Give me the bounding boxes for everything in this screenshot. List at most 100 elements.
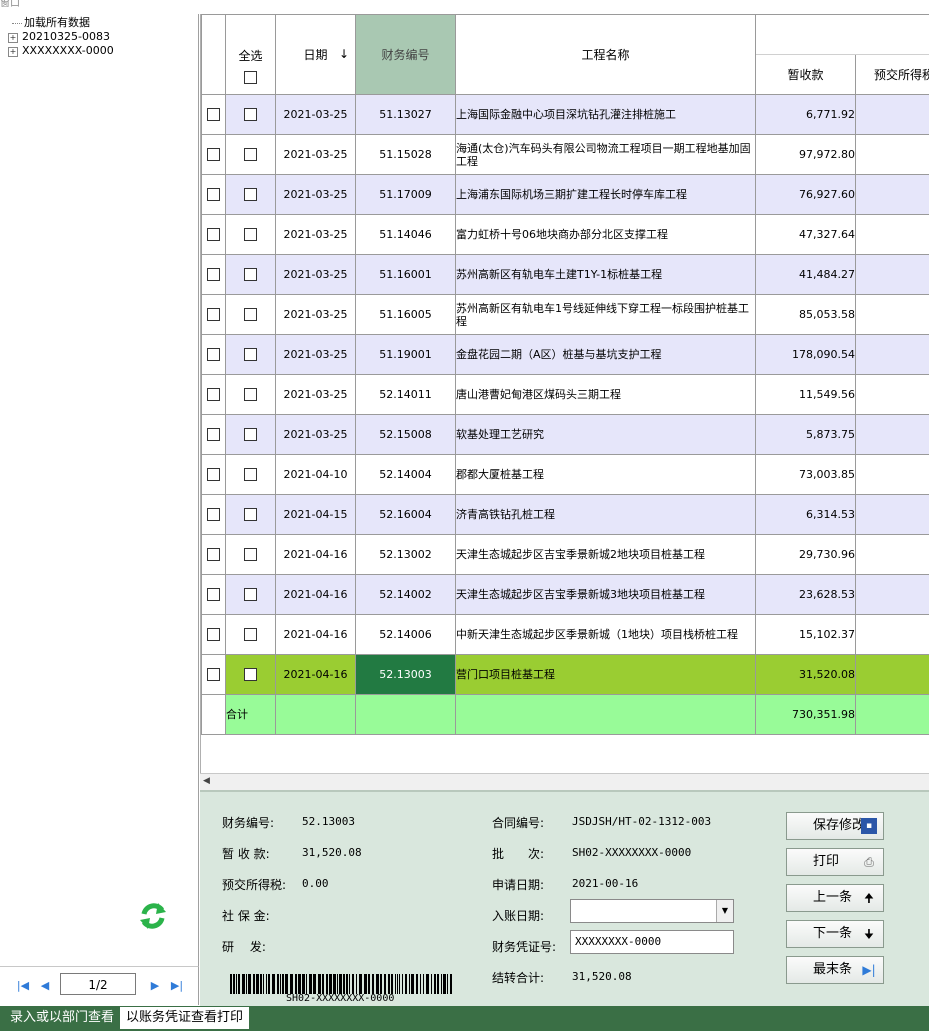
tax-cell[interactable]: 0 xyxy=(855,654,929,695)
project-name-cell[interactable]: 海通(太仓)汽车码头有限公司物流工程项目一期工程地基加固工程 xyxy=(455,134,756,175)
deposit-cell[interactable]: 29,730.96 xyxy=(755,534,856,575)
row-checkbox-cell[interactable] xyxy=(201,134,226,175)
row-check-cell[interactable] xyxy=(225,294,276,335)
finance-no-cell[interactable]: 51.19001 xyxy=(355,334,456,375)
date-cell[interactable]: 2021-03-25 xyxy=(275,294,356,335)
row-select-checkbox[interactable] xyxy=(207,508,220,522)
finance-no-cell[interactable]: 51.16001 xyxy=(355,254,456,295)
row-checkbox-cell[interactable] xyxy=(201,294,226,335)
row-select-checkbox[interactable] xyxy=(207,188,220,202)
row-checkbox-cell[interactable] xyxy=(201,414,226,455)
project-name-cell[interactable]: 苏州高新区有轨电车土建T1Y-1标桩基工程 xyxy=(455,254,756,295)
row-checkbox-cell[interactable] xyxy=(201,654,226,695)
row-checkbox-cell[interactable] xyxy=(201,534,226,575)
print-button[interactable]: 打印 ⎙ xyxy=(786,848,884,876)
finance-no-cell[interactable]: 52.16004 xyxy=(355,494,456,535)
row-check-cell[interactable] xyxy=(225,574,276,615)
row-check-cell[interactable] xyxy=(225,454,276,495)
row-select-checkbox[interactable] xyxy=(207,228,220,242)
dropdown-arrow-icon[interactable]: ▼ xyxy=(716,900,733,922)
row-check-cell[interactable] xyxy=(225,254,276,295)
finance-no-cell[interactable]: 51.14046 xyxy=(355,214,456,255)
date-cell[interactable]: 2021-03-25 xyxy=(275,254,356,295)
row-check-cell[interactable] xyxy=(225,494,276,535)
row-checkbox-cell[interactable] xyxy=(201,254,226,295)
row-select-checkbox[interactable] xyxy=(207,428,220,442)
table-row[interactable]: 2021-03-25 51.17009 上海浦东国际机场三期扩建工程长时停车库工程 7… xyxy=(201,174,929,215)
tax-cell[interactable]: 0 xyxy=(855,294,929,335)
row-select-checkbox[interactable] xyxy=(207,588,220,602)
row-checkbox[interactable] xyxy=(244,588,257,602)
project-name-cell[interactable]: 郡都大厦桩基工程 xyxy=(455,454,756,495)
deposit-cell[interactable]: 178,090.54 xyxy=(755,334,856,375)
row-select-checkbox[interactable] xyxy=(207,108,220,122)
finance-no-cell[interactable]: 52.13003 xyxy=(355,654,456,695)
prev-page-icon[interactable]: ◀ xyxy=(38,979,52,993)
row-checkbox[interactable] xyxy=(244,468,257,482)
row-checkbox[interactable] xyxy=(244,348,257,362)
row-checkbox[interactable] xyxy=(244,108,257,122)
row-checkbox[interactable] xyxy=(244,188,257,202)
row-checkbox[interactable] xyxy=(244,508,257,522)
row-checkbox-cell[interactable] xyxy=(201,94,226,135)
finance-no-cell[interactable]: 51.16005 xyxy=(355,294,456,335)
tax-cell[interactable]: 0 xyxy=(855,454,929,495)
tab-voucher-print[interactable]: 以账务凭证查看打印 xyxy=(120,1007,250,1029)
project-name-cell[interactable]: 济青高铁钻孔桩工程 xyxy=(455,494,756,535)
deposit-cell[interactable]: 85,053.58 xyxy=(755,294,856,335)
tree-root[interactable]: 加载所有数据 xyxy=(12,16,90,30)
project-name-cell[interactable]: 软基处理工艺研究 xyxy=(455,414,756,455)
table-row[interactable]: 2021-04-1552.16004济青高铁钻孔桩工程6,314.530 xyxy=(201,494,929,535)
row-checkbox-cell[interactable] xyxy=(201,214,226,255)
expand-icon[interactable]: + xyxy=(8,33,18,43)
page-input[interactable]: 1/2 xyxy=(60,973,136,995)
row-checkbox-cell[interactable] xyxy=(201,574,226,615)
row-check-cell[interactable] xyxy=(225,614,276,655)
row-checkbox[interactable] xyxy=(244,548,257,562)
tax-cell[interactable]: 0 xyxy=(855,134,929,175)
project-name-cell[interactable]: 金盘花园二期（A区）桩基与基坑支护工程 xyxy=(455,334,756,375)
table-row[interactable]: 2021-04-16 52.14006 中新天津生态城起步区季景新城（1地块）项目栈… xyxy=(201,614,929,655)
date-cell[interactable]: 2021-04-16 xyxy=(275,614,356,655)
finance-no-cell[interactable]: 51.13027 xyxy=(355,94,456,135)
row-checkbox[interactable] xyxy=(244,428,257,442)
deposit-cell[interactable]: 73,003.85 xyxy=(755,454,856,495)
table-row[interactable]: 2021-04-1652.13003营门口项目桩基工程31,520.080 xyxy=(201,654,929,695)
row-checkbox[interactable] xyxy=(244,308,257,322)
tax-cell[interactable]: 0 xyxy=(855,414,929,455)
scroll-left-icon[interactable]: ◀ xyxy=(203,776,210,786)
row-checkbox-cell[interactable] xyxy=(201,334,226,375)
tax-cell[interactable]: 0 xyxy=(855,374,929,415)
deposit-cell[interactable]: 76,927.60 xyxy=(755,174,856,215)
date-cell[interactable]: 2021-04-16 xyxy=(275,534,356,575)
finance-no-cell[interactable]: 52.14006 xyxy=(355,614,456,655)
deposit-cell[interactable]: 6,314.53 xyxy=(755,494,856,535)
row-select-checkbox[interactable] xyxy=(207,548,220,562)
project-name-cell[interactable]: 营门口项目桩基工程 xyxy=(455,654,756,695)
date-cell[interactable]: 2021-04-16 xyxy=(275,654,356,695)
deposit-cell[interactable]: 41,484.27 xyxy=(755,254,856,295)
row-checkbox[interactable] xyxy=(244,228,257,242)
tree-node-1[interactable]: 20210325-0083 xyxy=(22,30,110,44)
row-checkbox[interactable] xyxy=(244,148,257,162)
row-check-cell[interactable] xyxy=(225,94,276,135)
tree-node-2[interactable]: XXXXXXXX-0000 xyxy=(22,44,114,58)
date-cell[interactable]: 2021-03-25 xyxy=(275,334,356,375)
row-checkbox[interactable] xyxy=(244,668,257,682)
first-page-icon[interactable]: |◀ xyxy=(16,979,30,993)
tax-cell[interactable]: 0 xyxy=(855,574,929,615)
last-page-icon[interactable]: ▶| xyxy=(170,979,184,993)
row-checkbox-cell[interactable] xyxy=(201,174,226,215)
deposit-cell[interactable]: 23,628.53 xyxy=(755,574,856,615)
finance-no-cell[interactable]: 51.17009 xyxy=(355,174,456,215)
table-row[interactable]: 2021-04-16 52.13002 天津生态城起步区吉宝季景新城2地块项目桩基工… xyxy=(201,534,929,575)
tax-cell[interactable]: 0 xyxy=(855,614,929,655)
row-check-cell[interactable] xyxy=(225,134,276,175)
date-header[interactable]: 日期 ↓ xyxy=(275,14,356,95)
deposit-cell[interactable]: 47,327.64 xyxy=(755,214,856,255)
row-select-checkbox[interactable] xyxy=(207,348,220,362)
finance-no-cell[interactable]: 51.15028 xyxy=(355,134,456,175)
tax-cell[interactable]: 0 xyxy=(855,174,929,215)
deposit-cell[interactable]: 31,520.08 xyxy=(755,654,856,695)
select-all-checkbox[interactable] xyxy=(244,71,257,84)
